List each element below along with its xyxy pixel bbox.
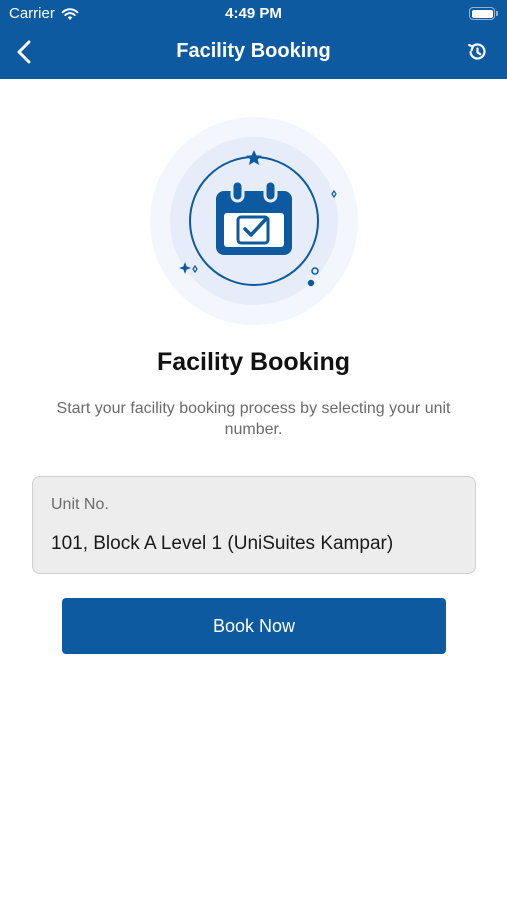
page-title: Facility Booking [176,40,331,62]
booking-illustration [150,117,358,325]
status-time: 4:49 PM [225,5,282,22]
section-subtitle: Start your facility booking process by s… [56,400,451,438]
status-bar: Carrier 4:49 PM [0,0,507,28]
battery-icon [469,7,498,20]
history-icon [468,43,486,60]
app-header: Carrier 4:49 PM Facility Booking [0,0,507,79]
section-title: Facility Booking [156,348,351,376]
unit-number-value: 101, Block A Level 1 (UniSuites Kampar) [51,533,394,554]
book-now-button[interactable]: Book Now [62,598,446,654]
unit-number-field[interactable]: Unit No. 101, Block A Level 1 (UniSuites… [32,476,476,574]
unit-number-label: Unit No. [51,496,109,513]
calendar-check-icon [150,117,358,325]
history-button[interactable] [465,40,489,64]
